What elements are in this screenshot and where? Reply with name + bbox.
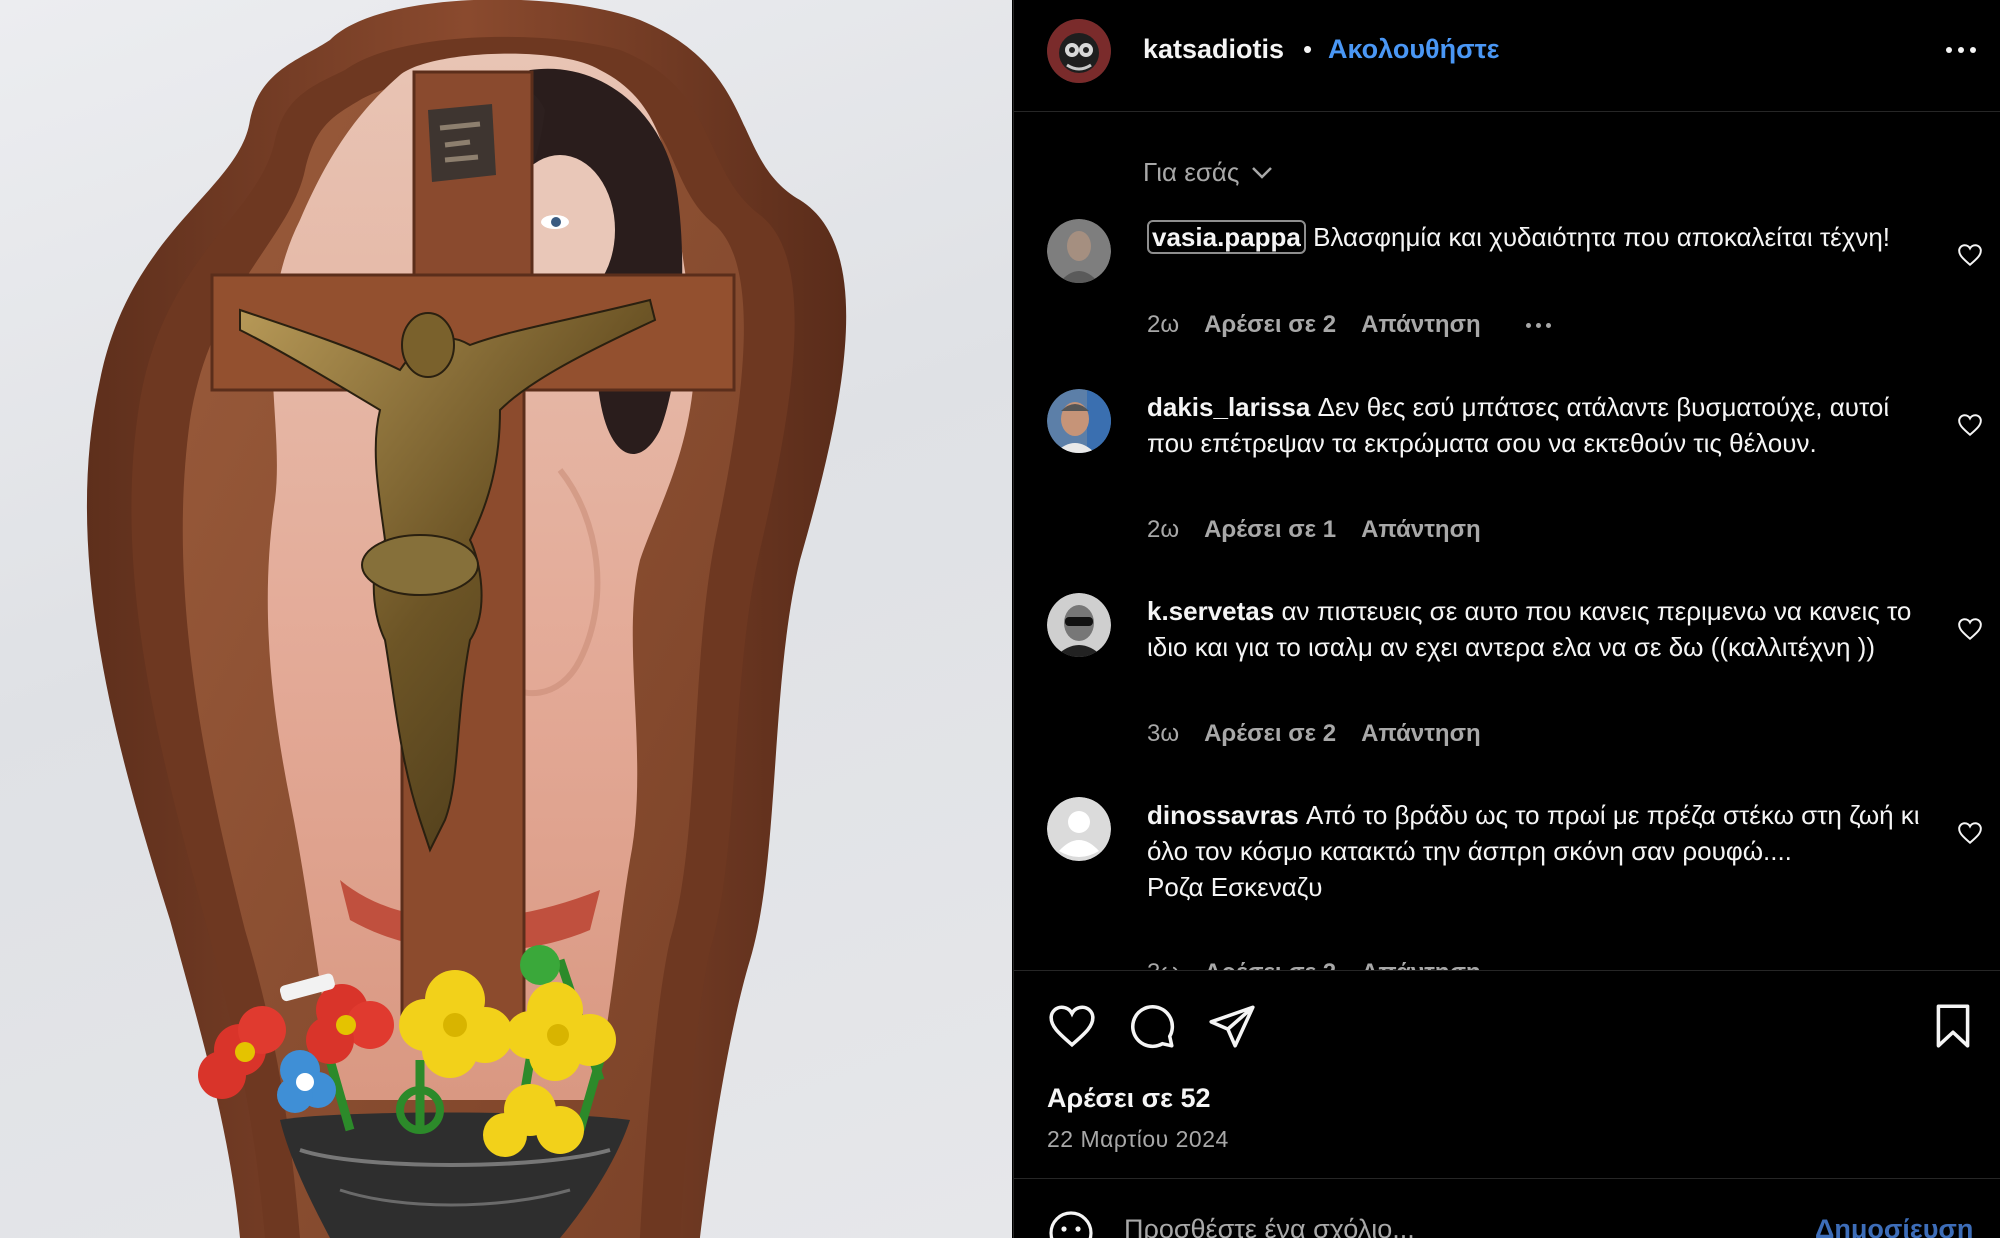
comment-body-signature: Ροζα Εσκεναζυ	[1147, 872, 1323, 902]
commenter-avatar[interactable]	[1047, 593, 1111, 657]
comment-time[interactable]: 2ω	[1147, 516, 1179, 544]
reply-button[interactable]: Απάντηση	[1361, 959, 1481, 970]
bookmark-icon[interactable]	[1928, 1001, 1978, 1051]
commenter-avatar-default[interactable]	[1047, 797, 1111, 861]
more-options-icon[interactable]	[1939, 30, 1983, 70]
comment-filter-dropdown[interactable]: Για εσάς	[1143, 157, 1273, 188]
comment-username[interactable]: dakis_larissa	[1147, 392, 1310, 422]
follow-button[interactable]: Ακολουθήστε	[1328, 34, 1499, 65]
comment-username[interactable]: k.servetas	[1147, 596, 1274, 626]
comment-text: k.servetas αν πιστευεις σε αυτο που κανε…	[1147, 593, 1937, 665]
author-avatar[interactable]	[1047, 19, 1111, 83]
comment-likes[interactable]: Αρέσει σε 1	[1204, 516, 1336, 544]
comment-time[interactable]: 2ω	[1147, 311, 1179, 339]
comment-more-icon[interactable]	[1525, 322, 1551, 328]
comment-filter-label: Για εσάς	[1143, 157, 1240, 187]
crucifix-artwork	[87, 0, 847, 1238]
reply-button[interactable]: Απάντηση	[1361, 720, 1481, 748]
comment-text: dakis_larissa Δεν θες εσύ μπάτσες ατάλαν…	[1147, 389, 1937, 461]
comment-meta: 3ω Αρέσει σε 2 Απάντηση	[1147, 959, 1481, 970]
separator-dot: •	[1303, 34, 1313, 64]
post-actions: Αρέσει σε 52 22 Μαρτίου 2024	[1014, 970, 2000, 1178]
reply-button[interactable]: Απάντηση	[1361, 311, 1481, 339]
heart-icon[interactable]	[1047, 1001, 1097, 1051]
reply-button[interactable]: Απάντηση	[1361, 516, 1481, 544]
comment-meta: 2ω Αρέσει σε 1 Απάντηση	[1147, 516, 1481, 544]
comment-likes[interactable]: Αρέσει σε 2	[1204, 959, 1336, 970]
comment-body: Βλασφημία και χυδαιότητα που αποκαλείται…	[1313, 222, 1891, 252]
comments-list[interactable]: Για εσάς vasia.pappa Βλασφημία και χυδαι…	[1014, 113, 2000, 970]
paper-plane-icon[interactable]	[1207, 1001, 1257, 1051]
commenter-avatar[interactable]	[1047, 219, 1111, 283]
comment-likes[interactable]: Αρέσει σε 2	[1204, 311, 1336, 339]
comment-meta: 3ω Αρέσει σε 2 Απάντηση	[1147, 720, 1481, 748]
post-date[interactable]: 22 Μαρτίου 2024	[1047, 1126, 1229, 1153]
comment-username[interactable]: vasia.pappa	[1147, 220, 1306, 254]
post-comment-button[interactable]: Δημοσίευση	[1815, 1214, 1973, 1238]
author-username[interactable]: katsadiotis	[1143, 34, 1284, 65]
comment-meta: 2ω Αρέσει σε 2 Απάντηση	[1147, 311, 1551, 339]
comment-time[interactable]: 3ω	[1147, 720, 1179, 748]
comment-text: vasia.pappa Βλασφημία και χυδαιότητα που…	[1147, 219, 1937, 255]
chevron-down-icon	[1252, 166, 1273, 179]
comment-input[interactable]	[1124, 1209, 1684, 1238]
commenter-avatar[interactable]	[1047, 389, 1111, 453]
emoji-icon[interactable]	[1047, 1209, 1095, 1238]
comment-heart-icon[interactable]	[1957, 616, 1983, 642]
comment-time[interactable]: 3ω	[1147, 959, 1179, 970]
likes-count[interactable]: Αρέσει σε 52	[1047, 1083, 1211, 1114]
comment-likes[interactable]: Αρέσει σε 2	[1204, 720, 1336, 748]
comment-heart-icon[interactable]	[1957, 412, 1983, 438]
comment-username[interactable]: dinossavras	[1147, 800, 1299, 830]
comment-heart-icon[interactable]	[1957, 242, 1983, 268]
comment-heart-icon[interactable]	[1957, 820, 1983, 846]
comment-text: dinossavras Από το βράδυ ως το πρωί με π…	[1147, 797, 1937, 905]
comment-bubble-icon[interactable]	[1127, 1001, 1177, 1051]
post-side-panel: katsadiotis • Ακολουθήστε Για εσάς vasia…	[1013, 0, 2000, 1238]
post-image[interactable]	[0, 0, 1012, 1238]
add-comment-bar: Δημοσίευση	[1014, 1178, 2000, 1238]
post-header: katsadiotis • Ακολουθήστε	[1014, 0, 2000, 112]
